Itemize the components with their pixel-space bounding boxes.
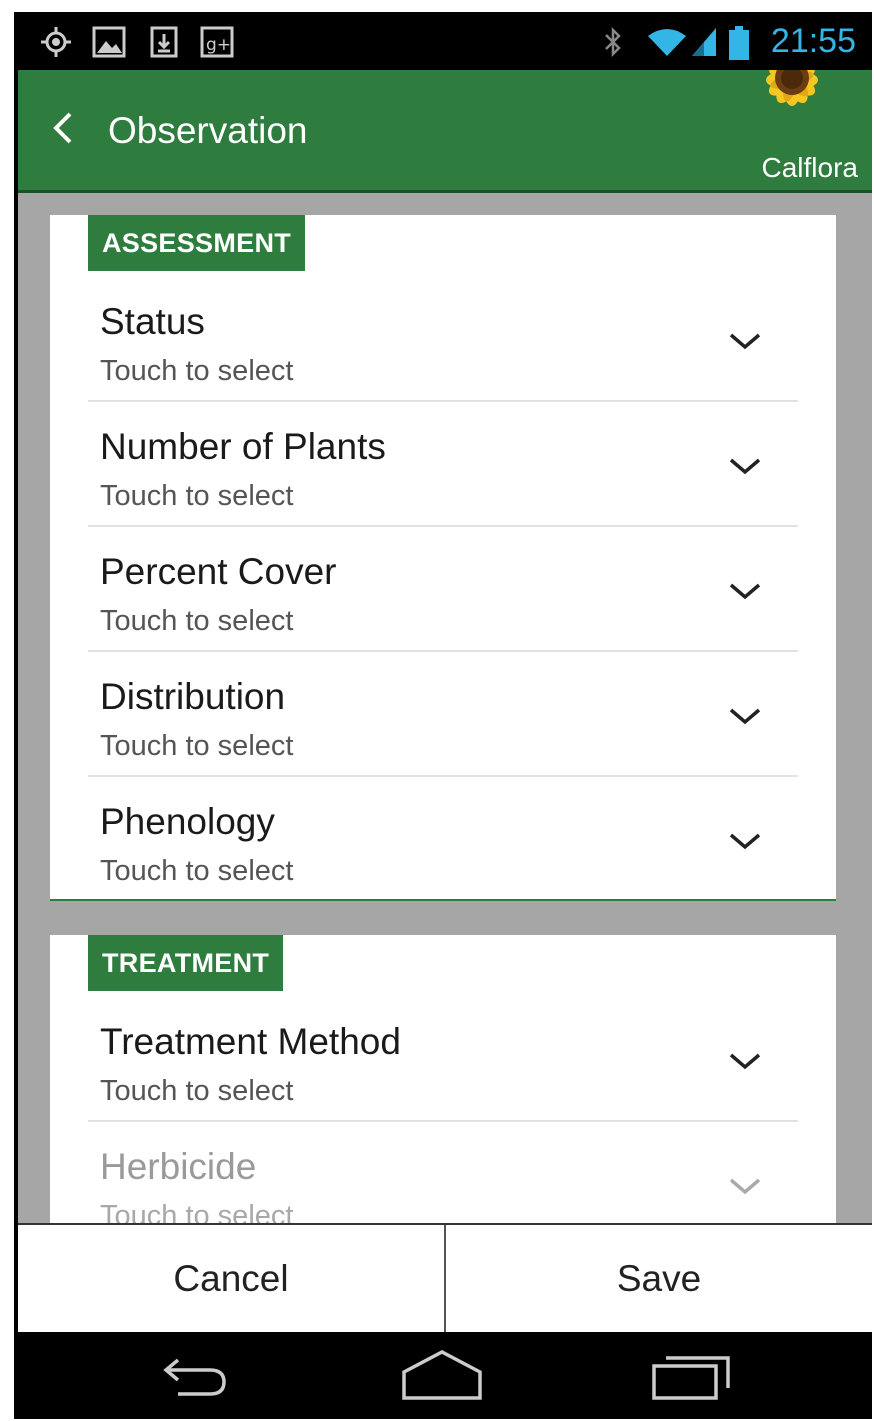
app-bar: Observation Calflora	[18, 54, 872, 193]
field-status[interactable]: Status Touch to select	[88, 277, 798, 402]
back-arrow-icon[interactable]	[48, 108, 78, 153]
field-percent-cover[interactable]: Percent Cover Touch to select	[88, 527, 798, 652]
cancel-button[interactable]: Cancel	[18, 1225, 446, 1332]
section-header: TREATMENT	[88, 935, 284, 991]
treatment-card: TREATMENT Treatment Method Touch to sele…	[50, 935, 836, 1223]
field-label: Number of Plants	[100, 426, 386, 467]
field-hint: Touch to select	[100, 1075, 294, 1107]
page-title: Observation	[108, 110, 308, 151]
field-label: Treatment Method	[100, 1021, 401, 1062]
location-icon	[40, 26, 72, 63]
action-bar: Cancel Save	[18, 1223, 872, 1332]
chevron-down-icon[interactable]	[728, 331, 762, 356]
section-header: ASSESSMENT	[88, 215, 306, 271]
field-label: Distribution	[100, 676, 286, 717]
system-nav-bar	[14, 1332, 872, 1419]
svg-text:g+: g+	[206, 35, 231, 55]
field-hint: Touch to select	[100, 355, 294, 387]
nav-recents-icon[interactable]	[650, 1346, 736, 1407]
google-plus-icon: g+	[200, 26, 234, 63]
field-hint: Touch to select	[100, 1200, 294, 1223]
field-herbicide[interactable]: Herbicide Touch to select	[88, 1122, 798, 1223]
nav-home-icon[interactable]	[400, 1346, 484, 1407]
chevron-down-icon[interactable]	[728, 1176, 762, 1201]
logo-text: Calflora	[761, 152, 858, 183]
chevron-down-icon[interactable]	[728, 581, 762, 606]
clock: 21:55	[770, 22, 856, 60]
status-bar: g+ 21:55	[14, 12, 872, 70]
phone-screen: g+ 21:55 Observation Calflora ASSESSMENT…	[14, 12, 872, 1419]
wifi-icon	[646, 26, 688, 63]
battery-icon	[728, 26, 750, 65]
field-label: Phenology	[100, 801, 275, 842]
bluetooth-icon	[602, 26, 624, 63]
chevron-down-icon[interactable]	[728, 1051, 762, 1076]
nav-back-icon[interactable]	[154, 1346, 234, 1407]
chevron-down-icon[interactable]	[728, 831, 762, 856]
field-label: Status	[100, 301, 205, 342]
field-hint: Touch to select	[100, 855, 294, 887]
field-hint: Touch to select	[100, 605, 294, 637]
image-icon	[92, 26, 126, 63]
field-label: Herbicide	[100, 1146, 257, 1187]
signal-icon	[690, 26, 718, 63]
field-hint: Touch to select	[100, 730, 294, 762]
save-button[interactable]: Save	[446, 1225, 872, 1332]
field-label: Percent Cover	[100, 551, 337, 592]
download-icon	[150, 26, 178, 63]
field-distribution[interactable]: Distribution Touch to select	[88, 652, 798, 777]
field-hint: Touch to select	[100, 480, 294, 512]
chevron-down-icon[interactable]	[728, 706, 762, 731]
field-number-of-plants[interactable]: Number of Plants Touch to select	[88, 402, 798, 527]
chevron-down-icon[interactable]	[728, 456, 762, 481]
form-content[interactable]: ASSESSMENT Status Touch to select Number…	[18, 193, 872, 1223]
assessment-card: ASSESSMENT Status Touch to select Number…	[50, 215, 836, 901]
field-phenology[interactable]: Phenology Touch to select	[88, 777, 798, 902]
field-treatment-method[interactable]: Treatment Method Touch to select	[88, 997, 798, 1122]
